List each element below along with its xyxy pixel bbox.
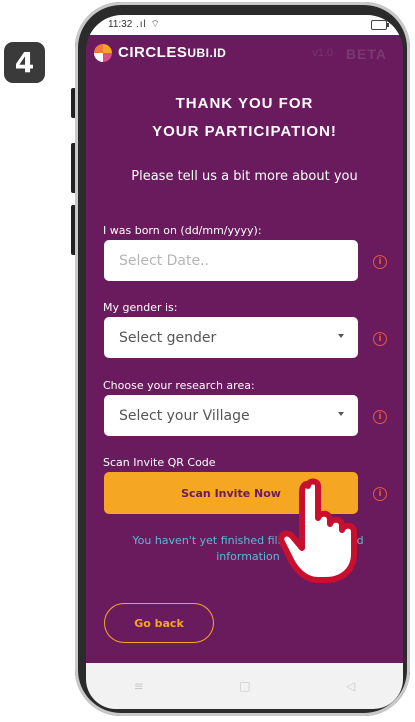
signal-icon: .ıl ⌔ (136, 19, 161, 30)
pointing-hand-icon (278, 478, 357, 583)
brand-main: CIRCLES (118, 44, 188, 61)
info-icon[interactable]: i (373, 487, 387, 501)
step-number-badge: 4 (4, 42, 45, 83)
page-title-line1: THANK YOU FOR (175, 95, 314, 112)
birth-date-label: I was born on (dd/mm/yyyy): (103, 224, 262, 237)
back-icon[interactable]: ◁ (346, 679, 355, 693)
phone-screen: 11:32 .ıl ⌔ CIRCLESUBI.ID v1.0 BETA THAN… (86, 15, 403, 709)
logo-icon (94, 44, 112, 62)
status-bar: 11:32 .ıl ⌔ (86, 15, 403, 35)
gender-label: My gender is: (103, 301, 178, 314)
beta-label: BETA (345, 46, 387, 62)
caret-down-icon (338, 412, 344, 416)
gender-select-value: Select gender (119, 329, 217, 346)
caret-down-icon (338, 334, 344, 338)
app-header: CIRCLESUBI.ID v1.0 BETA (86, 35, 403, 67)
page-title-line2: YOUR PARTICIPATION! (152, 123, 337, 140)
battery-icon (371, 20, 389, 30)
home-icon[interactable]: □ (239, 679, 250, 693)
info-icon[interactable]: i (373, 410, 387, 424)
birth-date-input[interactable]: Select Date.. (104, 240, 358, 281)
brand-suffix: UBI.ID (187, 46, 227, 60)
page-subtitle: Please tell us a bit more about you (131, 169, 358, 184)
qr-code-label: Scan Invite QR Code (103, 456, 216, 469)
info-icon[interactable]: i (373, 332, 387, 346)
research-area-select-value: Select your Village (119, 407, 250, 424)
go-back-button[interactable]: Go back (104, 603, 214, 643)
gender-select[interactable]: Select gender (104, 317, 358, 358)
version-label: v1.0 (312, 47, 333, 59)
research-area-label: Choose your research area: (103, 379, 255, 392)
brand-name: CIRCLESUBI.ID (118, 44, 226, 61)
research-area-select[interactable]: Select your Village (104, 395, 358, 436)
android-nav-bar: ≡ □ ◁ (86, 663, 403, 709)
menu-icon[interactable]: ≡ (134, 679, 144, 693)
status-time: 11:32 (108, 19, 133, 30)
info-icon[interactable]: i (373, 255, 387, 269)
